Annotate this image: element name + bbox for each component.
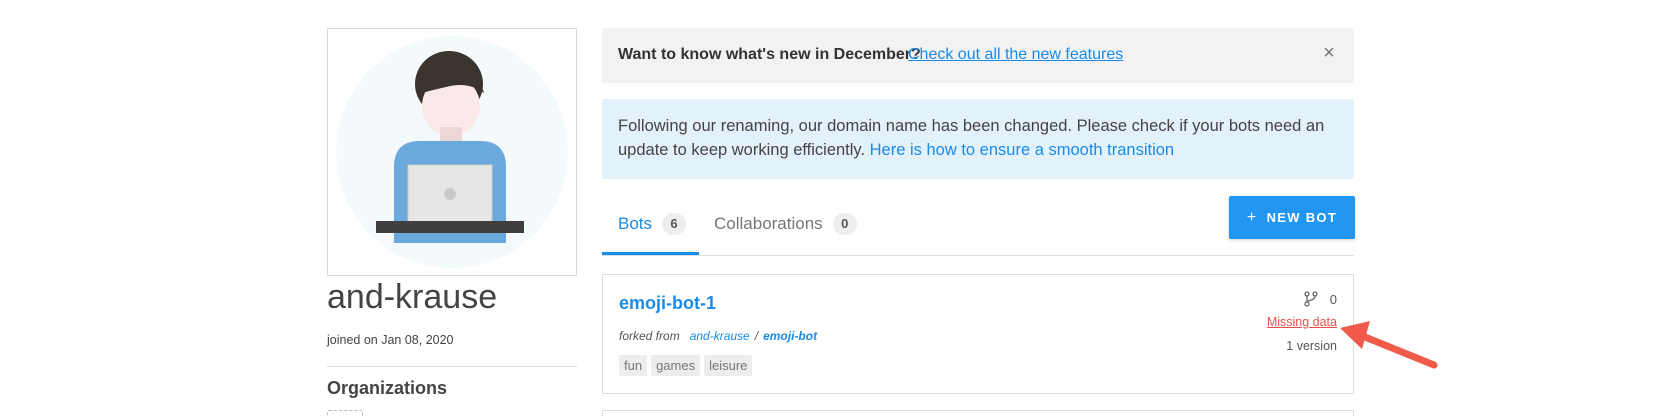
profile-username: and-krause: [327, 278, 498, 316]
next-bot-card: [602, 410, 1354, 416]
tabs-divider: [602, 255, 1354, 256]
missing-data-link[interactable]: Missing data: [1267, 315, 1337, 329]
tag-fun[interactable]: fun: [619, 355, 648, 376]
fork-owner-link[interactable]: and-krause: [690, 329, 750, 343]
version-count: 1 version: [1286, 339, 1337, 353]
domain-change-banner: Following our renaming, our domain name …: [602, 99, 1354, 179]
left-divider: [327, 366, 577, 367]
tab-bots-label: Bots: [618, 214, 653, 233]
organization-placeholder[interactable]: [327, 410, 363, 416]
new-bot-button[interactable]: + NEW BOT: [1229, 196, 1355, 239]
fork-count: 0: [1304, 291, 1337, 307]
profile-avatar: [327, 28, 577, 276]
tab-collaborations[interactable]: Collaborations 0: [714, 213, 857, 235]
fork-icon: [1304, 291, 1318, 307]
smooth-transition-link[interactable]: Here is how to ensure a smooth transitio…: [870, 141, 1175, 159]
bot-name-link[interactable]: emoji-bot-1: [619, 293, 716, 314]
fork-repo-link[interactable]: emoji-bot: [763, 329, 817, 343]
person-at-laptop-icon: [336, 36, 568, 268]
whats-new-text: Want to know what's new in December?: [618, 46, 921, 63]
tab-bots[interactable]: Bots 6: [618, 213, 687, 235]
bot-tags: fun games leisure: [619, 355, 753, 376]
tab-bots-count: 6: [662, 213, 687, 235]
new-bot-label: NEW BOT: [1266, 210, 1338, 225]
tag-games[interactable]: games: [651, 355, 701, 376]
organizations-title: Organizations: [327, 378, 448, 398]
fork-path-separator: /: [754, 329, 759, 343]
new-features-link[interactable]: Check out all the new features: [908, 46, 1123, 64]
tag-leisure[interactable]: leisure: [704, 355, 753, 376]
tab-collaborations-label: Collaborations: [714, 214, 823, 233]
close-icon[interactable]: ×: [1318, 42, 1340, 64]
fork-count-value: 0: [1329, 291, 1337, 307]
tab-collaborations-count: 0: [832, 213, 857, 235]
profile-joined-date: joined on Jan 08, 2020: [327, 333, 454, 347]
plus-icon: +: [1246, 208, 1258, 226]
bot-card: emoji-bot-1 forked from and-krause / emoji-…: [602, 274, 1354, 394]
forked-from-line: forked from and-krause / emoji-bot: [619, 329, 817, 343]
forked-from-label: forked from: [619, 329, 680, 343]
whats-new-banner: Want to know what's new in December? Che…: [602, 28, 1354, 83]
annotation-arrow-icon: [1340, 321, 1438, 369]
